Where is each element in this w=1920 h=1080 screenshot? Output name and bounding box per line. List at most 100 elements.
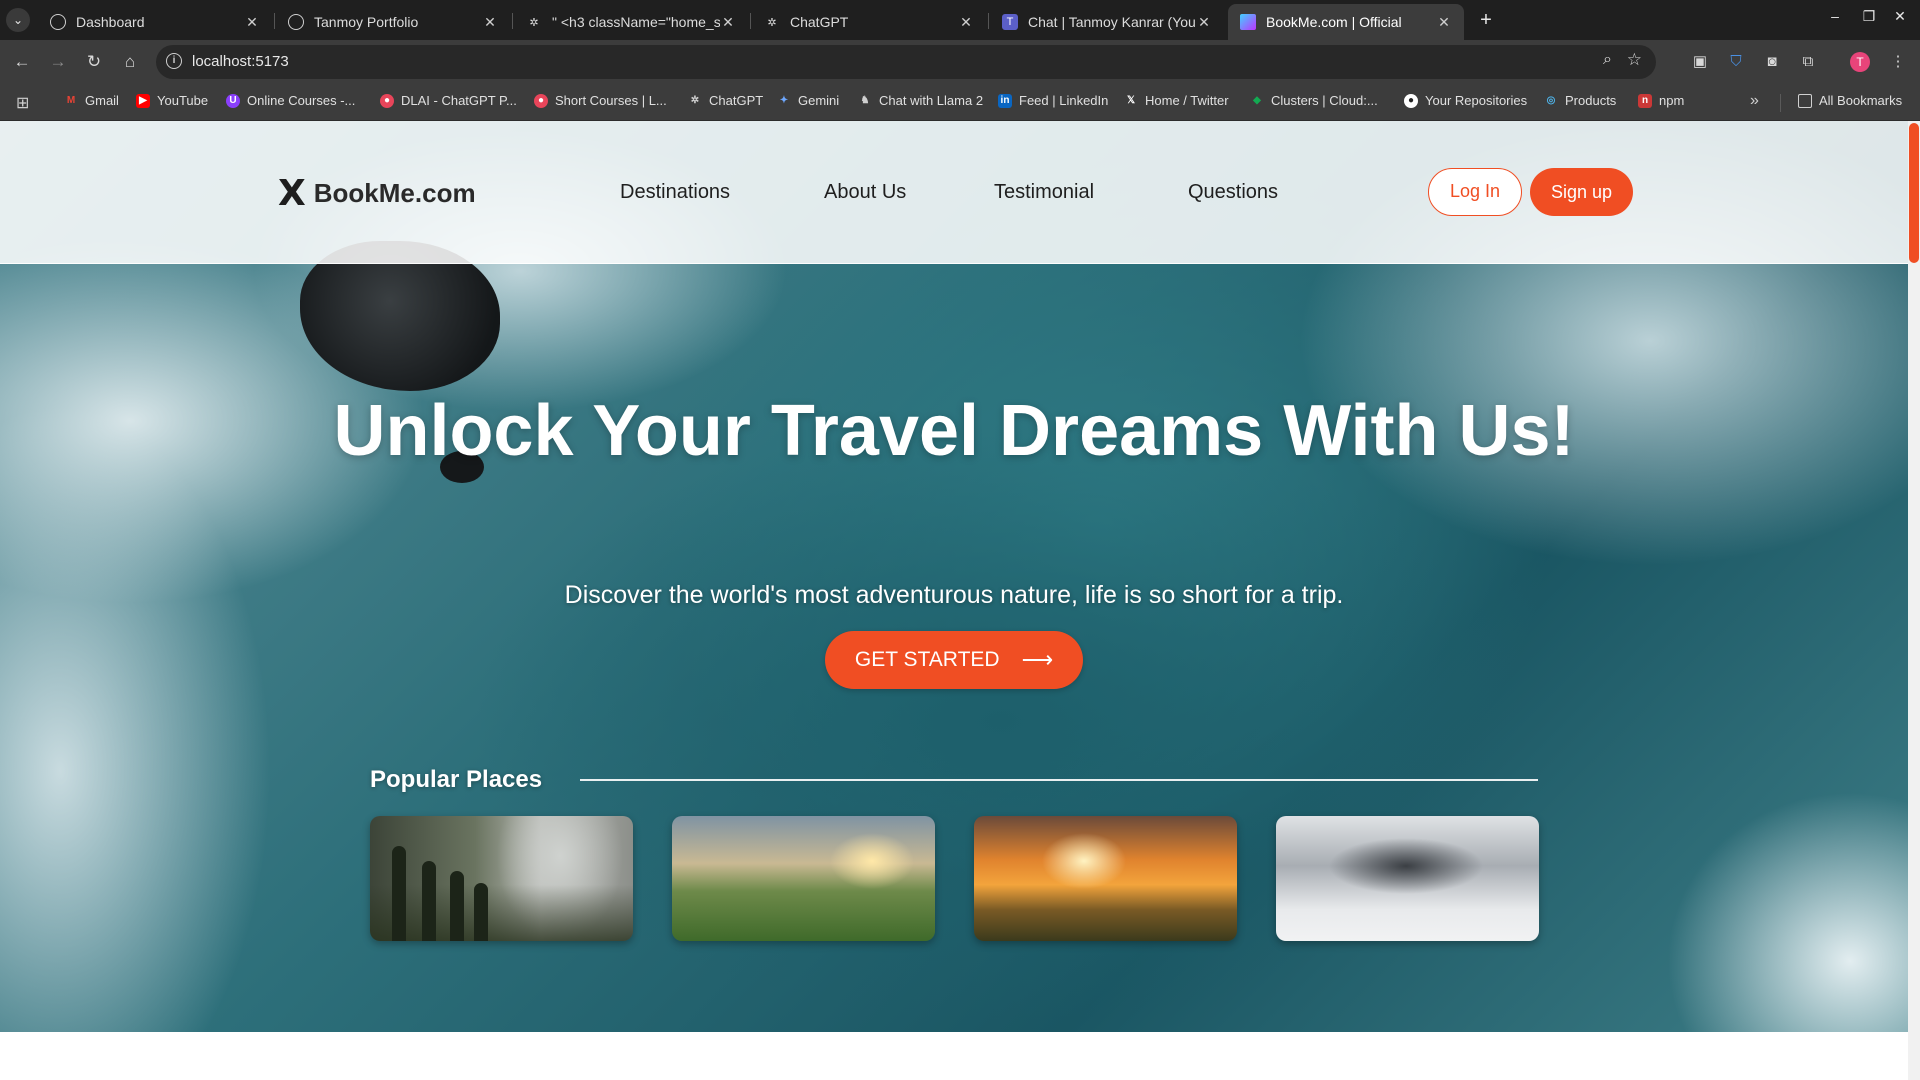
nav-destinations[interactable]: Destinations (620, 181, 730, 204)
products-icon: ◎ (1546, 94, 1556, 106)
tab-title: BookMe.com | Official (1266, 14, 1402, 30)
tab-separator (274, 13, 275, 29)
all-bookmarks-button[interactable]: All Bookmarks (1798, 93, 1902, 108)
tab-chatgpt[interactable]: ✲ ChatGPT ✕ (752, 4, 986, 40)
page-scrollbar[interactable] (1908, 121, 1920, 1080)
get-started-button[interactable]: GET STARTED ⟶ (825, 631, 1083, 689)
chatgpt-icon: ✲ (529, 16, 539, 29)
snowy-mountain-image[interactable] (1276, 816, 1539, 941)
bookmark-linkedin[interactable]: in Feed | LinkedIn (998, 93, 1108, 108)
bookmark-twitter[interactable]: 𝕏 Home / Twitter (1124, 93, 1229, 108)
page-scrollbar-thumb[interactable] (1909, 123, 1919, 263)
globe-icon (288, 14, 304, 30)
teams-icon: T (1002, 14, 1018, 30)
youtube-icon: ▶ (136, 93, 150, 108)
bookmark-products[interactable]: ◎ Products (1544, 93, 1617, 108)
close-tab-icon[interactable]: ✕ (244, 14, 260, 31)
bookmark-star-icon[interactable]: ☆ (1627, 50, 1642, 70)
bookmark-gemini[interactable]: ✦ Gemini (777, 93, 839, 108)
extensions-puzzle-icon[interactable]: ⧉ (1796, 50, 1820, 74)
site-info-icon[interactable]: i (166, 53, 182, 69)
bookmark-llama[interactable]: ♞ Chat with Llama 2 (858, 93, 984, 108)
tab-title: Chat | Tanmoy Kanrar (You) | (1028, 14, 1196, 30)
tab-tanmoy-portfolio[interactable]: Tanmoy Portfolio ✕ (276, 4, 510, 40)
bookmark-label: Gemini (798, 93, 840, 108)
tab-title: " <h3 className="home_sub (552, 14, 720, 30)
bookmark-label: Chat with Llama 2 (879, 93, 984, 108)
bookmark-label: ChatGPT (709, 93, 764, 108)
tab-bookme-active[interactable]: BookMe.com | Official ✕ (1228, 4, 1464, 40)
nav-questions[interactable]: Questions (1188, 181, 1278, 204)
browser-tab-bar: ⌄ Dashboard ✕ Tanmoy Portfolio ✕ ✲ " <h3… (0, 0, 1920, 40)
chatgpt-icon: ✲ (767, 16, 777, 29)
restore-window-icon[interactable]: ❐ (1857, 8, 1881, 25)
hero-title: Unlock Your Travel Dreams With Us! (333, 391, 1575, 471)
apps-grid-icon[interactable]: ⊞ (16, 93, 29, 113)
dlai-icon: ● (380, 93, 394, 108)
minimize-window-icon[interactable]: – (1823, 8, 1847, 24)
chatgpt-icon: ✲ (690, 94, 700, 106)
vite-icon (1240, 14, 1256, 30)
bookmark-label: Online Courses -... (247, 93, 356, 108)
close-tab-icon[interactable]: ✕ (1436, 14, 1452, 31)
close-tab-icon[interactable]: ✕ (1196, 14, 1212, 31)
site-logo[interactable]: X BookMe.com (278, 173, 476, 214)
extension-shield-icon[interactable]: ⛉ (1724, 50, 1748, 74)
logo-x-icon: X (278, 173, 306, 214)
bookmark-label: Feed | LinkedIn (1019, 93, 1109, 108)
url-text[interactable]: localhost:5173 (192, 53, 289, 70)
bookmark-chatgpt[interactable]: ✲ ChatGPT (688, 93, 763, 108)
linkedin-icon: in (998, 93, 1012, 108)
npm-icon: n (1638, 93, 1652, 108)
more-bookmarks-chevron-icon[interactable]: » (1750, 92, 1759, 110)
bookmarks-bar: ⊞ M Gmail ▶ YouTube U Online Courses -..… (0, 84, 1920, 121)
bookmark-online-courses[interactable]: U Online Courses -... (226, 93, 355, 108)
bookmark-dlai-chatgpt[interactable]: ● DLAI - ChatGPT P... (380, 93, 517, 108)
tree-shape (422, 861, 436, 941)
close-tab-icon[interactable]: ✕ (482, 14, 498, 31)
forward-arrow-icon[interactable]: → (46, 50, 70, 74)
extension-camera-icon[interactable]: ◙ (1760, 50, 1784, 74)
tab-search-chevron-icon[interactable]: ⌄ (6, 8, 30, 32)
bookmark-github[interactable]: ● Your Repositories (1404, 93, 1527, 108)
nav-testimonial[interactable]: Testimonial (994, 181, 1094, 204)
nav-about-us[interactable]: About Us (824, 181, 906, 204)
popular-places-divider (580, 779, 1538, 781)
tab-title: Dashboard (76, 14, 145, 30)
bookmark-label: npm (1659, 93, 1685, 108)
close-tab-icon[interactable]: ✕ (720, 14, 736, 31)
tab-separator (750, 13, 751, 29)
home-icon[interactable]: ⌂ (118, 50, 142, 74)
signup-button[interactable]: Sign up (1530, 168, 1633, 216)
tab-dashboard[interactable]: Dashboard ✕ (38, 4, 272, 40)
tab-code-snippet[interactable]: ✲ " <h3 className="home_sub ✕ (514, 4, 748, 40)
bookmark-youtube[interactable]: ▶ YouTube (136, 93, 208, 108)
zoom-icon[interactable]: ⌕ (1603, 51, 1612, 69)
sunrise-meadow-image[interactable] (974, 816, 1237, 941)
bookmark-label: Gmail (85, 93, 119, 108)
close-window-icon[interactable]: ✕ (1888, 8, 1912, 25)
extension-screen-icon[interactable]: ▣ (1688, 50, 1712, 74)
tab-teams-chat[interactable]: T Chat | Tanmoy Kanrar (You) | ✕ (990, 4, 1224, 40)
browser-menu-icon[interactable]: ⋮ (1886, 50, 1910, 74)
bookmark-label: Products (1565, 93, 1617, 108)
mongodb-icon: ◆ (1253, 94, 1261, 106)
login-button[interactable]: Log In (1428, 168, 1522, 216)
bookmark-short-courses[interactable]: ● Short Courses | L... (534, 93, 667, 108)
close-tab-icon[interactable]: ✕ (958, 14, 974, 31)
folder-icon (1798, 93, 1812, 108)
new-tab-plus-icon[interactable]: + (1472, 6, 1500, 34)
forest-cliff-image[interactable] (370, 816, 633, 941)
courses-icon: U (226, 93, 240, 108)
address-bar[interactable]: i localhost:5173 ⌕ ☆ (156, 45, 1656, 79)
bookmark-gmail[interactable]: M Gmail (64, 93, 119, 108)
bookmark-label: DLAI - ChatGPT P... (401, 93, 517, 108)
logo-text: BookMe.com (313, 178, 476, 208)
profile-avatar[interactable]: T (1850, 52, 1870, 72)
back-arrow-icon[interactable]: ← (10, 50, 34, 74)
green-hills-sunset-image[interactable] (672, 816, 935, 941)
reload-icon[interactable]: ↻ (82, 50, 106, 74)
bookmark-label: Home / Twitter (1145, 93, 1229, 108)
bookmark-npm[interactable]: n npm (1638, 93, 1684, 108)
bookmark-mongodb[interactable]: ◆ Clusters | Cloud:... (1250, 93, 1378, 108)
